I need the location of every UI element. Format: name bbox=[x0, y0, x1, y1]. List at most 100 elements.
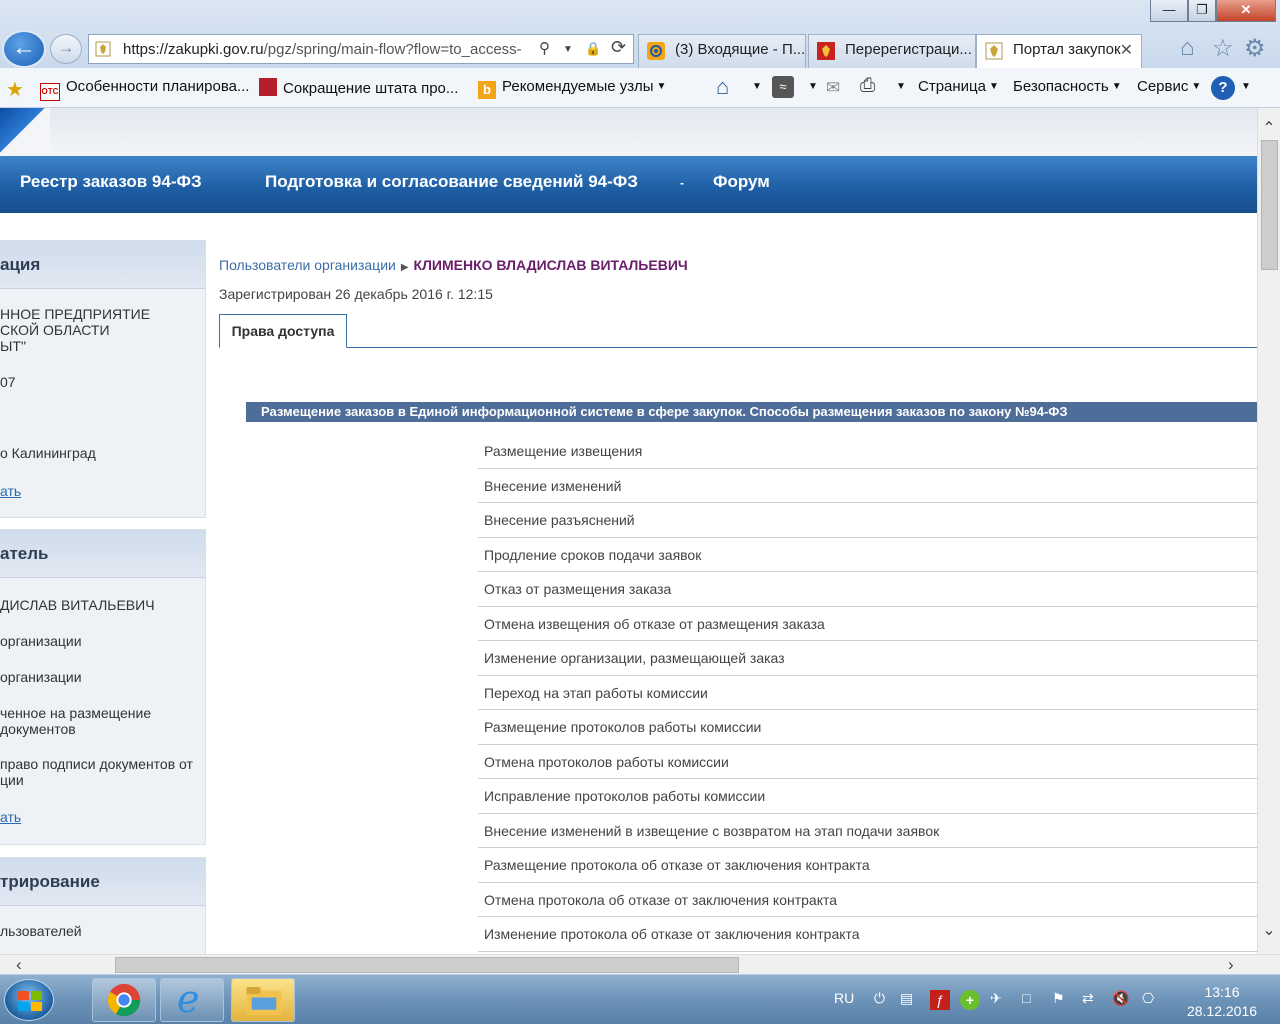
language-indicator[interactable]: RU bbox=[834, 990, 854, 1006]
sidebar-user-link[interactable]: ать bbox=[0, 809, 21, 825]
breadcrumb-org-users-link[interactable]: Пользователи организации bbox=[219, 257, 396, 273]
clock-date: 28.12.2016 bbox=[1186, 1003, 1258, 1019]
gear-icon[interactable]: ⚙ bbox=[1244, 34, 1266, 63]
chevron-down-icon: ▼ bbox=[656, 81, 667, 92]
chevron-down-icon[interactable]: ▼ bbox=[805, 78, 818, 95]
vertical-scroll-thumb[interactable] bbox=[1261, 140, 1278, 270]
scroll-up-icon[interactable]: ⌃ bbox=[1258, 118, 1280, 138]
section-header: Размещение заказов в Единой информационн… bbox=[246, 402, 1257, 422]
access-right-item: Отмена протокола об отказе от заключения… bbox=[478, 883, 1257, 917]
read-mail-icon[interactable]: ✉ bbox=[826, 78, 840, 98]
minimize-button[interactable]: — bbox=[1150, 0, 1188, 22]
vertical-scrollbar[interactable]: ⌃ ⌄ bbox=[1257, 108, 1280, 954]
restore-button[interactable]: ❐ bbox=[1188, 0, 1216, 22]
print-icon[interactable]: ⎙ bbox=[860, 75, 875, 97]
usb-icon[interactable]: ⏻ bbox=[874, 990, 885, 1007]
access-right-item: Продление сроков подачи заявок bbox=[478, 538, 1257, 572]
bing-icon: b bbox=[478, 81, 496, 99]
tab-strip: Права доступа bbox=[219, 314, 1257, 348]
lock-icon[interactable]: 🔒 bbox=[585, 41, 601, 57]
site-logo-swoosh bbox=[0, 108, 50, 156]
horizontal-scroll-thumb[interactable] bbox=[115, 957, 739, 973]
breadcrumb-current-user: КЛИМЕНКО ВЛАДИСЛАВ ВИТАЛЬЕВИЧ bbox=[413, 257, 688, 273]
emblem-icon bbox=[95, 41, 111, 57]
help-icon[interactable]: ? bbox=[1211, 76, 1235, 100]
favorites-bar: ★ ОТС Особенности планирова... Сокращение… bbox=[0, 68, 1280, 108]
nav-dropdown-toggle[interactable]: - bbox=[680, 176, 684, 190]
plus-icon[interactable]: + bbox=[960, 990, 980, 1010]
chevron-down-icon[interactable]: ▼ bbox=[1238, 78, 1251, 95]
safety-menu[interactable]: Безопасность ▼ bbox=[1013, 78, 1122, 95]
nav-forum[interactable]: Форум bbox=[713, 172, 770, 192]
scroll-right-icon[interactable]: › bbox=[1228, 955, 1234, 975]
tab-inbox[interactable]: (3) Входящие - П... bbox=[638, 34, 806, 68]
flash-icon[interactable]: ƒ bbox=[930, 990, 950, 1010]
teamviewer-icon[interactable]: ⇄ bbox=[1082, 990, 1094, 1007]
breadcrumb: Пользователи организации ▶ КЛИМЕНКО ВЛАДИС… bbox=[219, 257, 688, 273]
system-clock[interactable]: 13:16 28.12.2016 bbox=[1180, 983, 1264, 1021]
emblem-icon bbox=[817, 42, 835, 60]
monitor-icon[interactable]: □ bbox=[1022, 990, 1030, 1006]
taskbar-explorer[interactable] bbox=[231, 978, 295, 1022]
network-icon[interactable]: ▤ bbox=[900, 990, 913, 1007]
scroll-down-icon[interactable]: ⌄ bbox=[1258, 920, 1280, 940]
close-window-button[interactable]: ✕ bbox=[1216, 0, 1276, 22]
sidebar-organization-title: ация bbox=[0, 241, 205, 289]
access-right-item: Размещение извещения bbox=[478, 434, 1257, 469]
network-connection-icon[interactable]: ⎔ bbox=[1142, 990, 1154, 1007]
nav-orders-registry[interactable]: Реестр заказов 94-ФЗ bbox=[20, 172, 202, 192]
chevron-down-icon[interactable]: ▼ bbox=[749, 78, 762, 95]
back-button[interactable]: ← bbox=[2, 30, 46, 68]
chrome-icon bbox=[107, 983, 141, 1017]
action-center-flag-icon[interactable]: ⚑ bbox=[1052, 990, 1065, 1007]
sidebar-org-link[interactable]: ать bbox=[0, 483, 21, 499]
favorite-item-staff-reduction[interactable]: Сокращение штата про... bbox=[259, 78, 458, 97]
sidebar-user-line: право подписи документов от bbox=[0, 756, 193, 772]
favorite-item-planning[interactable]: ОТС Особенности планирова... bbox=[40, 78, 249, 101]
rss-feed-icon[interactable]: ≈ bbox=[772, 76, 794, 98]
nav-preparation-approval[interactable]: Подготовка и согласование сведений 94-ФЗ bbox=[265, 172, 638, 192]
scroll-left-icon[interactable]: ‹ bbox=[16, 955, 22, 975]
access-right-item: Размещение протоколов работы комиссии bbox=[478, 710, 1257, 745]
tab-access-rights[interactable]: Права доступа bbox=[219, 314, 347, 348]
tools-menu[interactable]: Сервис ▼ bbox=[1137, 78, 1201, 95]
page-menu[interactable]: Страница ▼ bbox=[918, 78, 999, 95]
search-icon[interactable]: ⚲ bbox=[539, 39, 550, 57]
start-button[interactable] bbox=[4, 979, 54, 1021]
device-icon[interactable]: ✈ bbox=[990, 990, 1002, 1007]
home-icon[interactable]: ⌂ bbox=[1180, 34, 1195, 62]
access-right-item: Отмена протоколов работы комиссии bbox=[478, 745, 1257, 779]
address-bar[interactable]: https://zakupki.gov.ru/pgz/spring/main-f… bbox=[88, 34, 634, 64]
arrow-right-icon: → bbox=[57, 38, 75, 57]
close-tab-icon[interactable]: ✕ bbox=[1120, 40, 1133, 60]
tab-reregistration[interactable]: Перерегистраци... bbox=[808, 34, 976, 68]
forward-button[interactable]: → bbox=[50, 34, 82, 64]
horizontal-scrollbar[interactable]: ‹ › bbox=[0, 954, 1280, 974]
volume-muted-icon[interactable]: 🔇 bbox=[1112, 990, 1129, 1007]
taskbar-internet-explorer[interactable]: e bbox=[160, 977, 224, 1022]
access-right-item: Внесение разъяснений bbox=[478, 503, 1257, 538]
chevron-down-icon[interactable]: ▼ bbox=[563, 44, 573, 55]
sidebar-user-line: ции bbox=[0, 772, 24, 788]
breadcrumb-separator-icon: ▶ bbox=[400, 262, 409, 273]
registration-date: Зарегистрирован 26 декабрь 2016 г. 12:15 bbox=[219, 286, 493, 302]
sidebar-admin-users-link[interactable]: льзователей bbox=[0, 923, 82, 939]
sidebar-org-name-line: СКОЙ ОБЛАСТИ bbox=[0, 322, 110, 338]
ots-badge-icon: ОТС bbox=[40, 83, 60, 101]
home-icon[interactable]: ⌂ bbox=[716, 74, 729, 100]
favorite-item-suggested-sites[interactable]: b Рекомендуемые узлы ▼ bbox=[478, 78, 666, 99]
sidebar-user-line: ченное на размещение bbox=[0, 705, 152, 721]
sidebar-user-line: организации bbox=[0, 633, 82, 649]
refresh-icon[interactable]: ⟳ bbox=[611, 37, 626, 58]
sidebar-user-line: документов bbox=[0, 721, 76, 737]
bookmark-icon bbox=[259, 78, 277, 96]
url-text[interactable]: https://zakupki.gov.ru/pgz/spring/main-f… bbox=[123, 41, 543, 58]
sidebar-organization-block: ация ННОЕ ПРЕДПРИЯТИЕ СКОЙ ОБЛАСТИ ЫТ" 0… bbox=[0, 240, 206, 518]
access-right-item: Внесение изменений bbox=[478, 469, 1257, 503]
tab-portal-zakupok[interactable]: Портал закупок ✕ bbox=[976, 34, 1142, 68]
favorites-star-icon[interactable]: ☆ bbox=[1212, 34, 1234, 63]
taskbar-chrome[interactable] bbox=[92, 978, 156, 1022]
windows-logo-icon bbox=[18, 991, 42, 1011]
favorites-star-icon[interactable]: ★ bbox=[6, 77, 24, 102]
chevron-down-icon[interactable]: ▼ bbox=[893, 78, 906, 95]
